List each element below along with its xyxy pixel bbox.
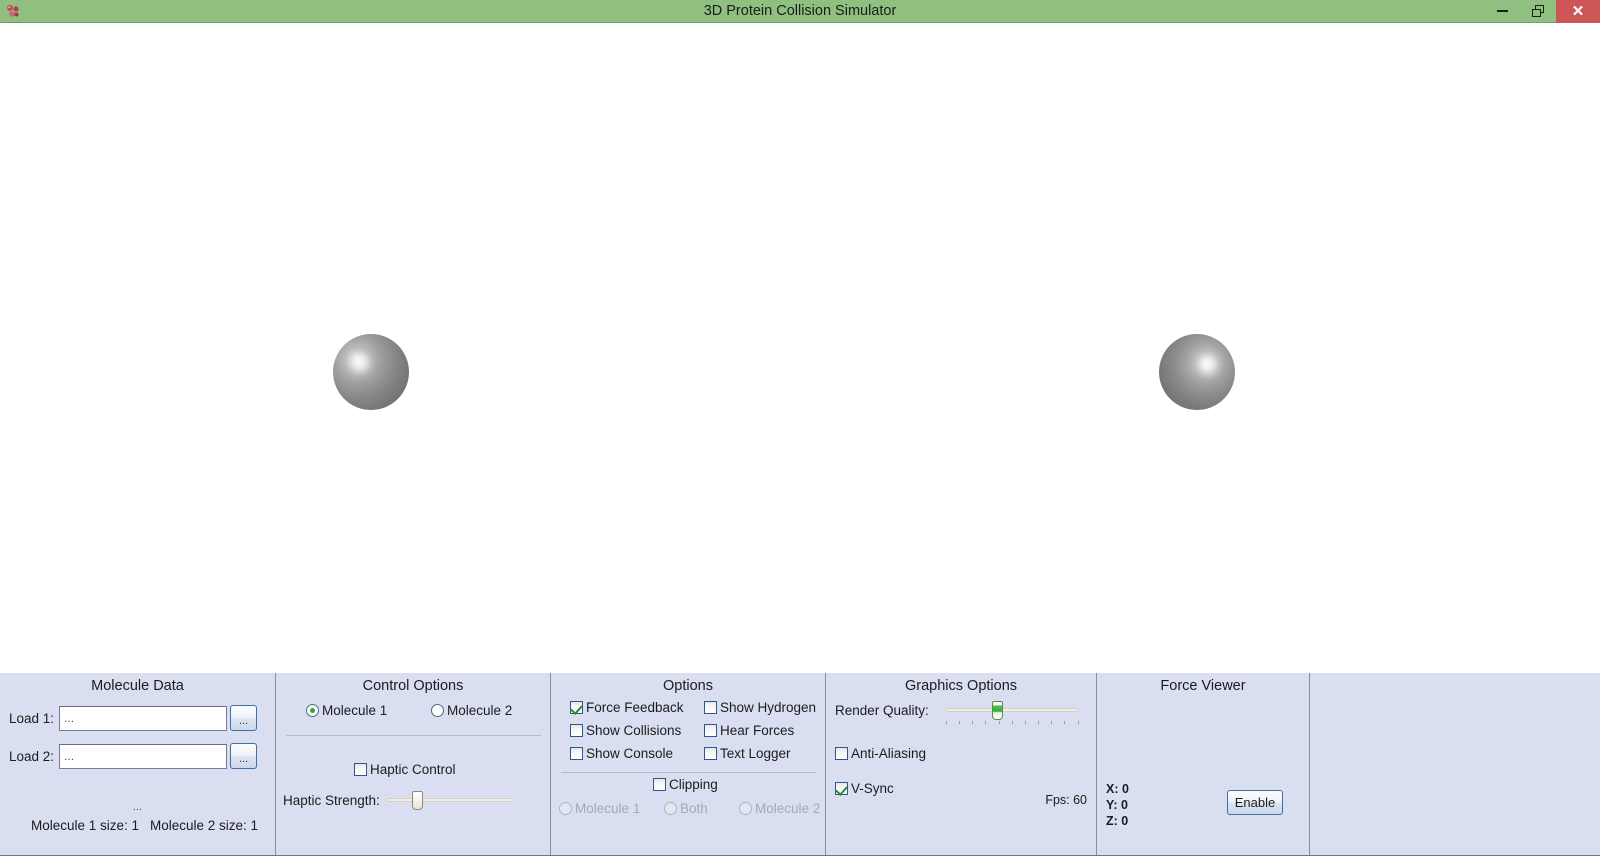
load-2-input[interactable]: ... [59,743,228,769]
clipping-checkbox-box[interactable] [653,778,666,791]
show-hydrogen-label: Show Hydrogen [720,700,817,715]
checkbox-show-collisions[interactable]: Show Collisions [570,723,681,738]
render-quality-ticks [945,721,1079,725]
clipping-radio-molecule-2-indicator[interactable] [739,802,752,815]
molecule-2-size-label: Molecule 2 size: 1 [150,818,259,833]
load-1-row: Load 1: ... ... [9,705,258,731]
clipping-radio-both[interactable]: Both [664,801,708,816]
graphics-options-group: Graphics Options Render Quality: Anti-Al… [825,673,1096,855]
load-2-label: Load 2: [9,748,55,764]
force-y-value: Y: 0 [1106,798,1128,812]
haptic-control-checkbox[interactable]: Haptic Control [354,762,456,777]
vsync-checkbox-box[interactable] [835,782,848,795]
checkbox-text-logger[interactable]: Text Logger [704,746,791,761]
checkbox-anti-aliasing[interactable]: Anti-Aliasing [835,746,926,761]
clipping-label: Clipping [669,777,718,792]
show-hydrogen-checkbox-box[interactable] [704,701,717,714]
clipping-radio-molecule-1[interactable]: Molecule 1 [559,801,640,816]
control-divider [286,735,541,736]
radio-molecule-1-label: Molecule 1 [322,703,388,718]
show-console-checkbox-box[interactable] [570,747,583,760]
radio-molecule-1-indicator[interactable] [306,704,319,717]
graphics-options-title: Graphics Options [904,678,1018,694]
checkbox-show-hydrogen[interactable]: Show Hydrogen [704,700,816,715]
render-quality-thumb[interactable] [992,701,1004,720]
molecule-icon [5,3,21,19]
haptic-control-checkbox-box[interactable] [354,763,367,776]
molecule-data-group: Molecule Data Load 1: ... ... Load 2: ..… [0,673,275,855]
force-x-value: X: 0 [1106,782,1129,796]
application-window: 3D Protein Collision Simulator ✕ Molecul… [0,0,1600,861]
haptic-control-label: Haptic Control [370,762,456,777]
empty-panel-area [1309,673,1600,855]
force-z-value: Z: 0 [1106,814,1129,828]
haptic-strength-thumb[interactable] [412,791,424,810]
clipping-radio-both-label: Both [680,801,708,816]
restore-icon[interactable] [1520,0,1556,23]
load-1-input[interactable]: ... [59,705,228,731]
radio-molecule-1[interactable]: Molecule 1 [306,703,387,718]
options-title: Options [663,678,713,694]
options-divider [561,772,816,773]
control-options-group: Control Options Molecule 1 Molecule 2 Ha… [275,673,550,855]
window-controls: ✕ [1484,0,1600,23]
radio-molecule-2[interactable]: Molecule 2 [431,703,512,718]
window-title: 3D Protein Collision Simulator [703,3,897,19]
clipping-radio-molecule-1-label: Molecule 1 [575,801,641,816]
render-quality-row: Render Quality: [835,701,1079,724]
render-quality-label: Render Quality: [835,702,929,718]
hear-forces-label: Hear Forces [720,723,795,738]
title-bar: 3D Protein Collision Simulator ✕ [0,0,1600,23]
checkbox-vsync[interactable]: V-Sync [835,781,894,796]
anti-aliasing-label: Anti-Aliasing [851,746,927,761]
radio-molecule-2-indicator[interactable] [431,704,444,717]
control-panel: Molecule Data Load 1: ... ... Load 2: ..… [0,673,1600,856]
text-logger-checkbox-box[interactable] [704,747,717,760]
clipping-radio-both-indicator[interactable] [664,802,677,815]
force-feedback-checkbox-box[interactable] [570,701,583,714]
show-collisions-checkbox-box[interactable] [570,724,583,737]
haptic-strength-row: Haptic Strength: [283,791,514,810]
load-2-row: Load 2: ... ... [9,743,258,769]
clipping-radio-molecule-2[interactable]: Molecule 2 [739,801,820,816]
haptic-strength-label: Haptic Strength: [283,792,380,808]
haptic-strength-track [386,798,514,802]
force-viewer-title: Force Viewer [1160,678,1246,694]
checkbox-force-feedback[interactable]: Force Feedback [570,700,684,715]
hear-forces-checkbox-box[interactable] [704,724,717,737]
molecule-data-title: Molecule Data [91,678,184,694]
molecule-1-size-label: Molecule 1 size: 1 [31,818,140,833]
checkbox-clipping[interactable]: Clipping [653,777,718,792]
show-collisions-label: Show Collisions [586,723,682,738]
control-options-title: Control Options [362,678,464,694]
checkbox-hear-forces[interactable]: Hear Forces [704,723,794,738]
load-2-browse-button[interactable]: ... [230,743,258,769]
molecule-data-status: ... [132,801,143,813]
haptic-strength-slider[interactable] [386,791,514,810]
show-console-label: Show Console [586,746,674,761]
load-1-label: Load 1: [9,710,55,726]
fps-counter: Fps: 60 [1045,793,1087,807]
vsync-label: V-Sync [851,781,894,796]
checkbox-show-console[interactable]: Show Console [570,746,673,761]
close-icon[interactable]: ✕ [1556,0,1600,23]
text-logger-label: Text Logger [720,746,791,761]
molecule-1-sphere[interactable] [333,334,409,410]
minimize-icon[interactable] [1484,0,1520,23]
load-1-browse-button[interactable]: ... [230,705,258,731]
molecule-2-sphere[interactable] [1159,334,1235,410]
3d-viewport[interactable] [0,24,1600,673]
options-group: Options Force Feedback Show Hydrogen Sho… [550,673,825,855]
render-quality-track [945,708,1079,712]
force-feedback-label: Force Feedback [586,700,684,715]
radio-molecule-2-label: Molecule 2 [447,703,513,718]
render-quality-slider[interactable] [945,701,1079,724]
clipping-radio-molecule-1-indicator[interactable] [559,802,572,815]
force-viewer-group: Force Viewer X: 0 Y: 0 Z: 0 Enable [1096,673,1309,855]
clipping-radio-molecule-2-label: Molecule 2 [755,801,821,816]
force-viewer-enable-button[interactable]: Enable [1227,790,1283,815]
anti-aliasing-checkbox-box[interactable] [835,747,848,760]
